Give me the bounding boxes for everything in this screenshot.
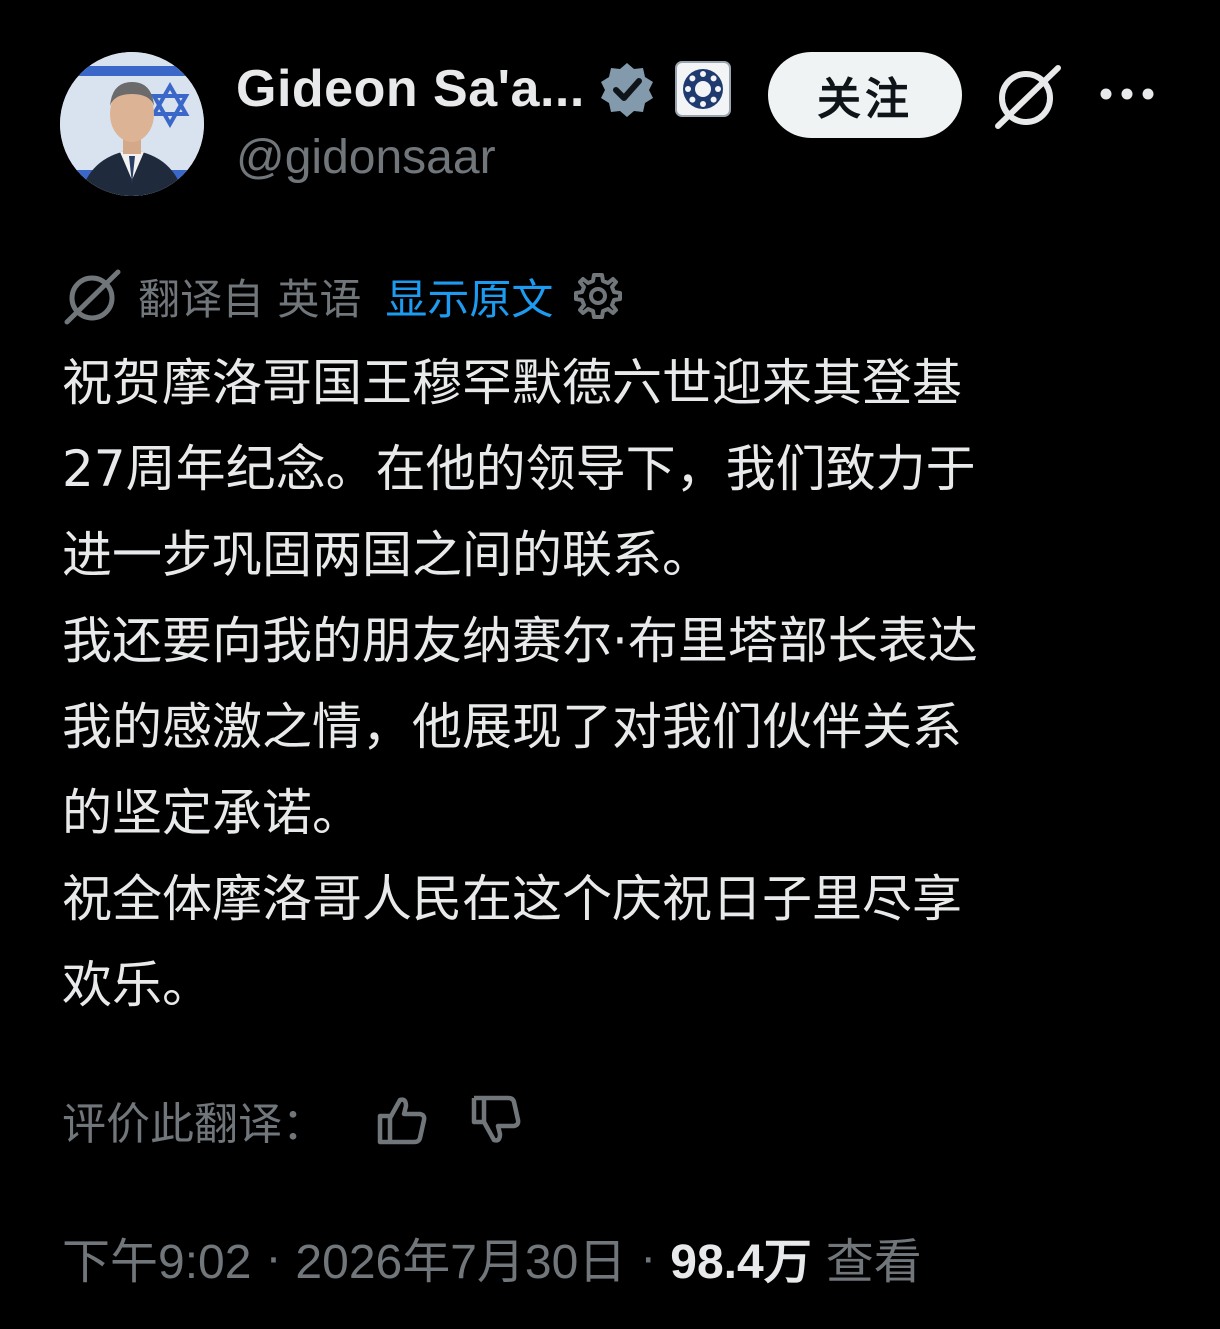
grok-icon[interactable] <box>992 62 1064 130</box>
rate-translation: 评价此翻译： <box>62 1088 522 1152</box>
follow-button[interactable]: 关注 <box>768 52 962 138</box>
tweet-line: 27周年纪念。在他的领导下，我们致力于 <box>62 440 976 498</box>
tweet-text: 祝贺摩洛哥国王穆罕默德六世迎来其登基 27周年纪念。在他的领导下，我们致力于 进… <box>62 340 1162 1028</box>
author-display-name[interactable]: Gideon Sa'a... <box>236 59 585 119</box>
grok-translate-icon <box>64 269 121 325</box>
gear-icon[interactable] <box>573 271 623 321</box>
tweet-time[interactable]: 下午9:02 <box>62 1222 251 1292</box>
verified-badge-icon <box>600 63 653 117</box>
tweet-line: 我的感激之情，他展现了对我们伙伴关系 <box>62 698 962 756</box>
translation-bar: 翻译自 英语 显示原文 <box>62 264 623 328</box>
tweet-date[interactable]: 2026年7月30日 <box>295 1222 626 1292</box>
views-count[interactable]: 98.4万 <box>670 1222 811 1292</box>
thumbs-down-icon[interactable] <box>470 1094 522 1146</box>
government-affiliation-icon <box>674 61 731 117</box>
meta-separator: · <box>265 1230 282 1284</box>
tweet-line: 欢乐。 <box>62 956 212 1014</box>
show-original-link[interactable]: 显示原文 <box>385 266 553 327</box>
thumbs-up-icon[interactable] <box>376 1094 428 1146</box>
tweet-line: 祝全体摩洛哥人民在这个庆祝日子里尽享 <box>62 870 962 928</box>
tweet-line: 的坚定承诺。 <box>62 784 362 842</box>
author-handle[interactable]: @gidonsaar <box>236 130 496 185</box>
views-label: 查看 <box>825 1236 922 1289</box>
more-dots-icon[interactable] <box>1098 74 1156 114</box>
tweet-line: 我还要向我的朋友纳赛尔·布里塔部长表达 <box>62 612 978 670</box>
author-name-row: Gideon Sa'a... <box>236 56 731 122</box>
avatar[interactable] <box>60 52 204 196</box>
tweet-meta: 下午9:02 · 2026年7月30日 · 98.4万 查看 <box>62 1222 922 1292</box>
tweet-line: 祝贺摩洛哥国王穆罕默德六世迎来其登基 <box>62 354 962 412</box>
meta-separator: · <box>640 1230 657 1284</box>
tweet-line: 进一步巩固两国之间的联系。 <box>62 526 712 584</box>
translated-from-label: 翻译自 英语 <box>138 274 362 324</box>
rate-translation-label: 评价此翻译： <box>62 1099 326 1150</box>
